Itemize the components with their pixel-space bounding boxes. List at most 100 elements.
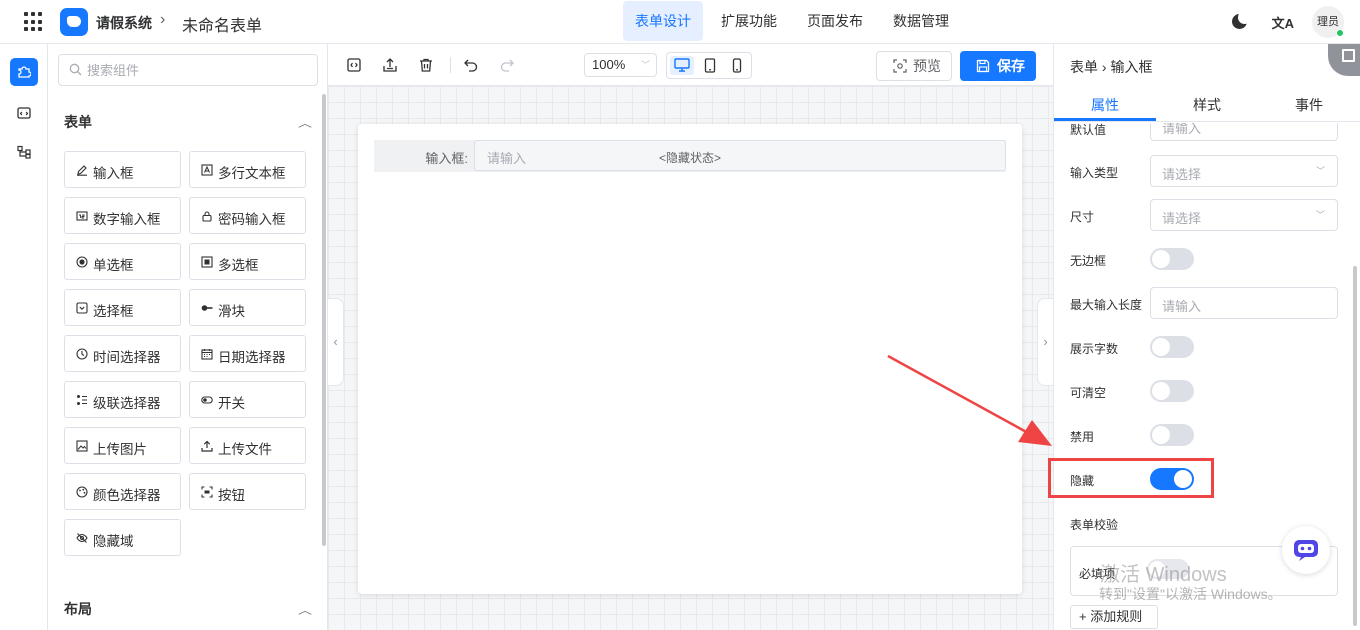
default-value-input[interactable]: 请输入	[1150, 123, 1338, 141]
rail-code-button[interactable]	[10, 99, 38, 127]
preview-button[interactable]: 预览	[876, 51, 952, 81]
properties-breadcrumb: 表单 › 输入框	[1070, 59, 1153, 75]
maxlength-input[interactable]: 请输入	[1150, 287, 1338, 319]
nav-publish[interactable]: 页面发布	[795, 1, 875, 41]
component-button[interactable]: 按钮	[189, 473, 306, 510]
section-title-form[interactable]: 表单	[64, 112, 92, 132]
trash-icon[interactable]	[418, 57, 434, 73]
component-cascader[interactable]: 级联选择器	[64, 381, 181, 418]
component-slider[interactable]: 滑块	[189, 289, 306, 326]
device-switcher	[666, 52, 752, 79]
form-field-input[interactable]: 输入框: 请输入 <隐藏状态>	[374, 140, 1006, 172]
save-button[interactable]: 保存	[960, 51, 1036, 81]
code-icon[interactable]	[346, 57, 362, 73]
dark-mode-icon[interactable]	[1231, 11, 1251, 30]
component-date-picker[interactable]: 日期选择器	[189, 335, 306, 372]
search-icon	[69, 63, 82, 76]
component-textarea[interactable]: 多行文本框	[189, 151, 306, 188]
component-time-picker[interactable]: 时间选择器	[64, 335, 181, 372]
checkbox-icon	[201, 256, 213, 268]
maxlength-placeholder: 请输入	[1162, 299, 1202, 314]
component-upload-image[interactable]: 上传图片	[64, 427, 181, 464]
size-placeholder: 请选择	[1162, 211, 1202, 226]
image-icon	[76, 440, 88, 452]
size-select[interactable]: 请选择 ﹀	[1150, 199, 1338, 231]
translate-icon[interactable]: 文A	[1272, 13, 1294, 32]
device-mobile-button[interactable]	[725, 56, 749, 75]
properties-scrollbar[interactable]	[1353, 266, 1357, 626]
annotation-arrow-head	[1018, 420, 1052, 446]
disabled-switch[interactable]	[1150, 424, 1194, 446]
component-radio[interactable]: 单选框	[64, 243, 181, 280]
nav-extensions[interactable]: 扩展功能	[709, 1, 789, 41]
top-nav: 表单设计 扩展功能 页面发布 数据管理	[623, 1, 967, 41]
fullscreen-icon[interactable]	[1328, 44, 1360, 76]
chevron-down-icon: ﹀	[1315, 210, 1325, 220]
component-checkbox[interactable]: 多选框	[189, 243, 306, 280]
panel-scrollbar[interactable]	[322, 94, 326, 546]
field-input-preview[interactable]: 请输入 <隐藏状态>	[474, 140, 1006, 171]
component-hidden-field[interactable]: 隐藏域	[64, 519, 181, 556]
component-number-input[interactable]: 数字输入框	[64, 197, 181, 234]
component-label: 上传文件	[218, 442, 272, 457]
component-search-input[interactable]	[87, 60, 307, 80]
app-grid-icon[interactable]	[24, 12, 44, 32]
component-select[interactable]: 选择框	[64, 289, 181, 326]
chevron-up-icon[interactable]: ︿	[298, 602, 312, 617]
chevron-up-icon[interactable]: ︿	[298, 115, 312, 130]
show-count-switch[interactable]	[1150, 336, 1194, 358]
form-name[interactable]: 未命名表单	[182, 12, 262, 36]
desktop-icon	[674, 58, 690, 72]
annotation-arrow	[887, 354, 1052, 446]
save-icon	[976, 59, 990, 73]
code-window-icon	[17, 107, 31, 119]
import-icon[interactable]	[382, 57, 398, 73]
component-input[interactable]: 输入框	[64, 151, 181, 188]
online-status-dot	[1336, 29, 1344, 37]
nav-data-management[interactable]: 数据管理	[881, 1, 961, 41]
input-type-label: 输入类型	[1070, 166, 1119, 180]
input-type-select[interactable]: 请选择 ﹀	[1150, 155, 1338, 187]
add-rule-button[interactable]: + 添加规则	[1070, 605, 1158, 629]
clearable-label: 可清空	[1070, 386, 1107, 400]
component-label: 颜色选择器	[93, 488, 161, 503]
cascader-icon	[77, 395, 87, 405]
upload-icon	[201, 440, 213, 452]
section-title-layout[interactable]: 布局	[64, 599, 92, 619]
app-title[interactable]: 请假系统	[96, 13, 152, 33]
avatar[interactable]: 理员	[1312, 6, 1344, 38]
tab-events[interactable]: 事件	[1258, 95, 1360, 115]
collapse-left-handle[interactable]: ‹	[328, 298, 344, 386]
zoom-select[interactable]: 100% ﹀	[584, 53, 657, 77]
default-value-label: 默认值	[1070, 123, 1107, 137]
default-value-placeholder: 请输入	[1162, 123, 1202, 136]
device-tablet-button[interactable]	[698, 56, 722, 75]
annotation-arrow-line	[887, 354, 1031, 436]
chevron-down-icon: ﹀	[640, 60, 650, 70]
component-switch[interactable]: 开关	[189, 381, 306, 418]
component-color-picker[interactable]: 颜色选择器	[64, 473, 181, 510]
slider-icon	[201, 305, 213, 311]
clearable-switch[interactable]	[1150, 380, 1194, 402]
assistant-bot-button[interactable]	[1282, 526, 1330, 574]
device-desktop-button[interactable]	[670, 56, 694, 75]
component-label: 密码输入框	[218, 212, 286, 227]
field-label: 输入框:	[425, 151, 468, 166]
rail-components-button[interactable]	[10, 58, 38, 86]
rail-structure-button[interactable]	[10, 138, 38, 166]
component-label: 开关	[218, 396, 245, 411]
borderless-switch[interactable]	[1150, 248, 1194, 270]
tab-properties[interactable]: 属性	[1054, 95, 1156, 115]
component-label: 上传图片	[93, 442, 147, 457]
redo-icon[interactable]	[499, 57, 515, 73]
component-password[interactable]: 密码输入框	[189, 197, 306, 234]
component-label: 滑块	[218, 304, 245, 319]
undo-icon[interactable]	[463, 57, 479, 73]
left-rail	[0, 44, 48, 630]
nav-form-design[interactable]: 表单设计	[623, 1, 703, 41]
radio-icon	[76, 256, 88, 268]
show-count-label: 展示字数	[1070, 342, 1119, 356]
tab-style[interactable]: 样式	[1156, 95, 1258, 115]
component-upload-file[interactable]: 上传文件	[189, 427, 306, 464]
windows-watermark-title: 激活 Windows	[1100, 564, 1227, 586]
